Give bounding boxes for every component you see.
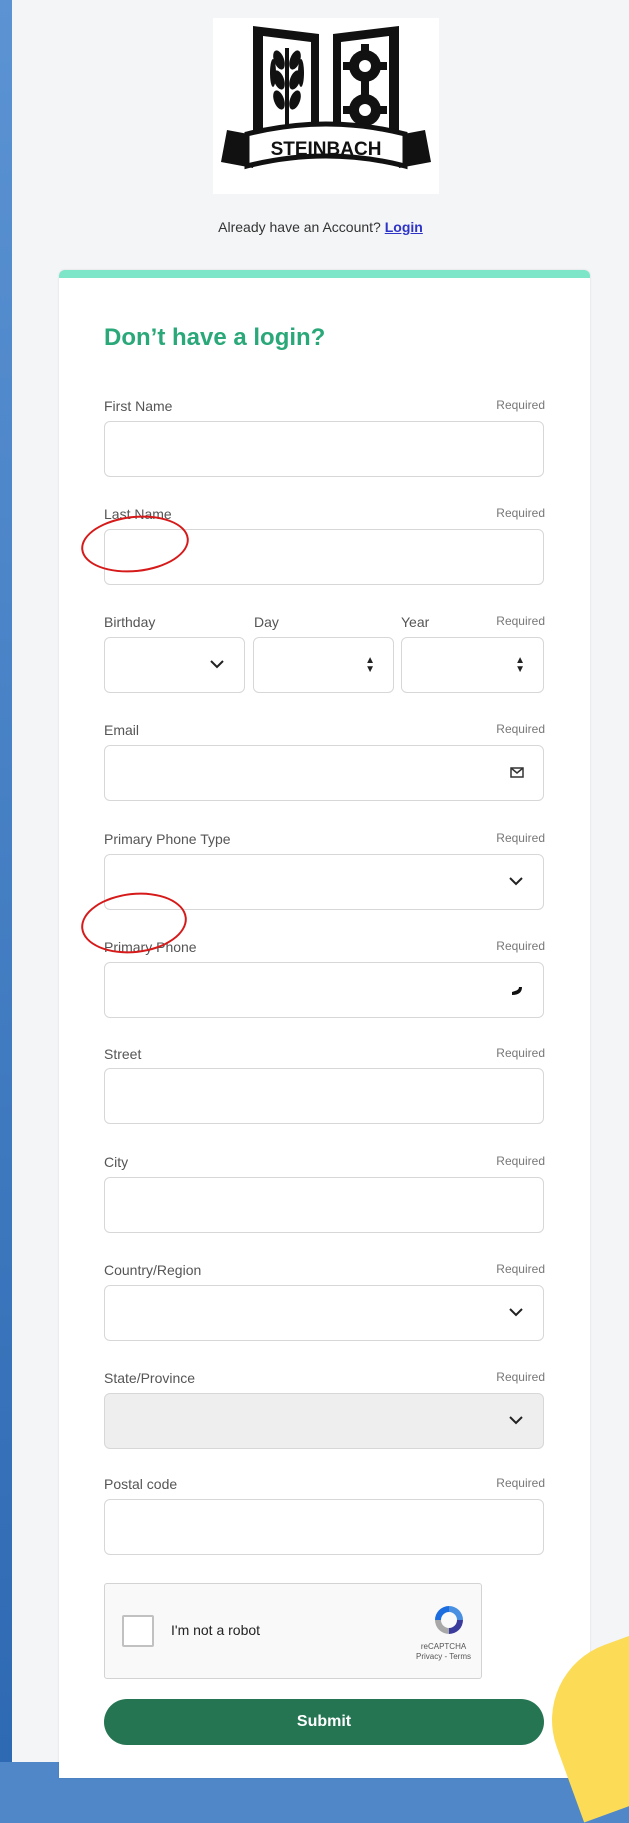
birthday-year-select[interactable]: ▲ ▼ bbox=[401, 637, 544, 693]
login-link[interactable]: Login bbox=[385, 219, 423, 235]
required-tag: Required bbox=[496, 614, 545, 628]
required-tag: Required bbox=[496, 1476, 545, 1490]
recaptcha-checkbox[interactable] bbox=[122, 1615, 154, 1647]
recaptcha-brand-text: reCAPTCHA bbox=[420, 1642, 467, 1651]
chevron-down-icon bbox=[509, 1416, 523, 1425]
phone-input[interactable] bbox=[104, 962, 544, 1018]
birthday-label: Birthday bbox=[104, 614, 156, 630]
already-text: Already have an Account? bbox=[218, 219, 381, 235]
logo-text: STEINBACH bbox=[271, 139, 382, 160]
birthday-month-select[interactable] bbox=[104, 637, 245, 693]
required-tag: Required bbox=[496, 1262, 545, 1276]
required-tag: Required bbox=[496, 831, 545, 845]
recaptcha-icon bbox=[435, 1606, 463, 1634]
email-label: Email bbox=[104, 722, 140, 738]
country-select[interactable] bbox=[104, 1285, 544, 1341]
street-input[interactable] bbox=[104, 1068, 544, 1124]
required-tag: Required bbox=[496, 1154, 545, 1168]
city-input[interactable] bbox=[104, 1177, 544, 1233]
mail-icon bbox=[510, 767, 524, 778]
spinner-arrows-icon: ▲ ▼ bbox=[515, 655, 525, 675]
recaptcha-brand: reCAPTCHA Privacy - Terms bbox=[416, 1642, 471, 1662]
required-tag: Required bbox=[496, 506, 545, 520]
form-title: Don’t have a login? bbox=[104, 324, 326, 351]
chevron-down-icon bbox=[210, 660, 224, 669]
recaptcha-label: I'm not a robot bbox=[171, 1622, 261, 1638]
registration-page: STEINBACH Already have an Account? Login… bbox=[12, 0, 629, 1778]
phone-type-label: Primary Phone Type bbox=[104, 831, 231, 847]
required-tag: Required bbox=[496, 398, 545, 412]
phone-icon bbox=[512, 987, 522, 995]
state-label: State/Province bbox=[104, 1370, 196, 1386]
postal-label: Postal code bbox=[104, 1476, 178, 1492]
birthday-day-select[interactable]: ▲ ▼ bbox=[253, 637, 394, 693]
spinner-arrows-icon: ▲ ▼ bbox=[365, 655, 375, 675]
recaptcha-widget: I'm not a robot reCAPTCHA Privacy - Term… bbox=[104, 1583, 482, 1679]
steinbach-logo: STEINBACH bbox=[213, 18, 439, 194]
chevron-down-icon bbox=[509, 877, 523, 886]
country-label: Country/Region bbox=[104, 1262, 202, 1278]
state-select[interactable] bbox=[104, 1393, 544, 1449]
required-tag: Required bbox=[496, 939, 545, 953]
day-label: Day bbox=[254, 614, 279, 630]
postal-input[interactable] bbox=[104, 1499, 544, 1555]
required-tag: Required bbox=[496, 722, 545, 736]
already-have-account: Already have an Account? Login bbox=[12, 219, 629, 235]
chevron-down-icon bbox=[509, 1308, 523, 1317]
city-label: City bbox=[104, 1154, 129, 1170]
recaptcha-links[interactable]: Privacy - Terms bbox=[416, 1652, 471, 1661]
required-tag: Required bbox=[496, 1046, 545, 1060]
submit-button[interactable]: Submit bbox=[104, 1699, 544, 1745]
first-name-label: First Name bbox=[104, 398, 173, 414]
required-tag: Required bbox=[496, 1370, 545, 1384]
signup-card: Don’t have a login? First Name Required … bbox=[59, 270, 590, 1778]
email-input[interactable] bbox=[104, 745, 544, 801]
street-label: Street bbox=[104, 1046, 142, 1062]
page-edge-strip bbox=[0, 0, 12, 1762]
first-name-input[interactable] bbox=[104, 421, 544, 477]
year-label: Year bbox=[401, 614, 430, 630]
